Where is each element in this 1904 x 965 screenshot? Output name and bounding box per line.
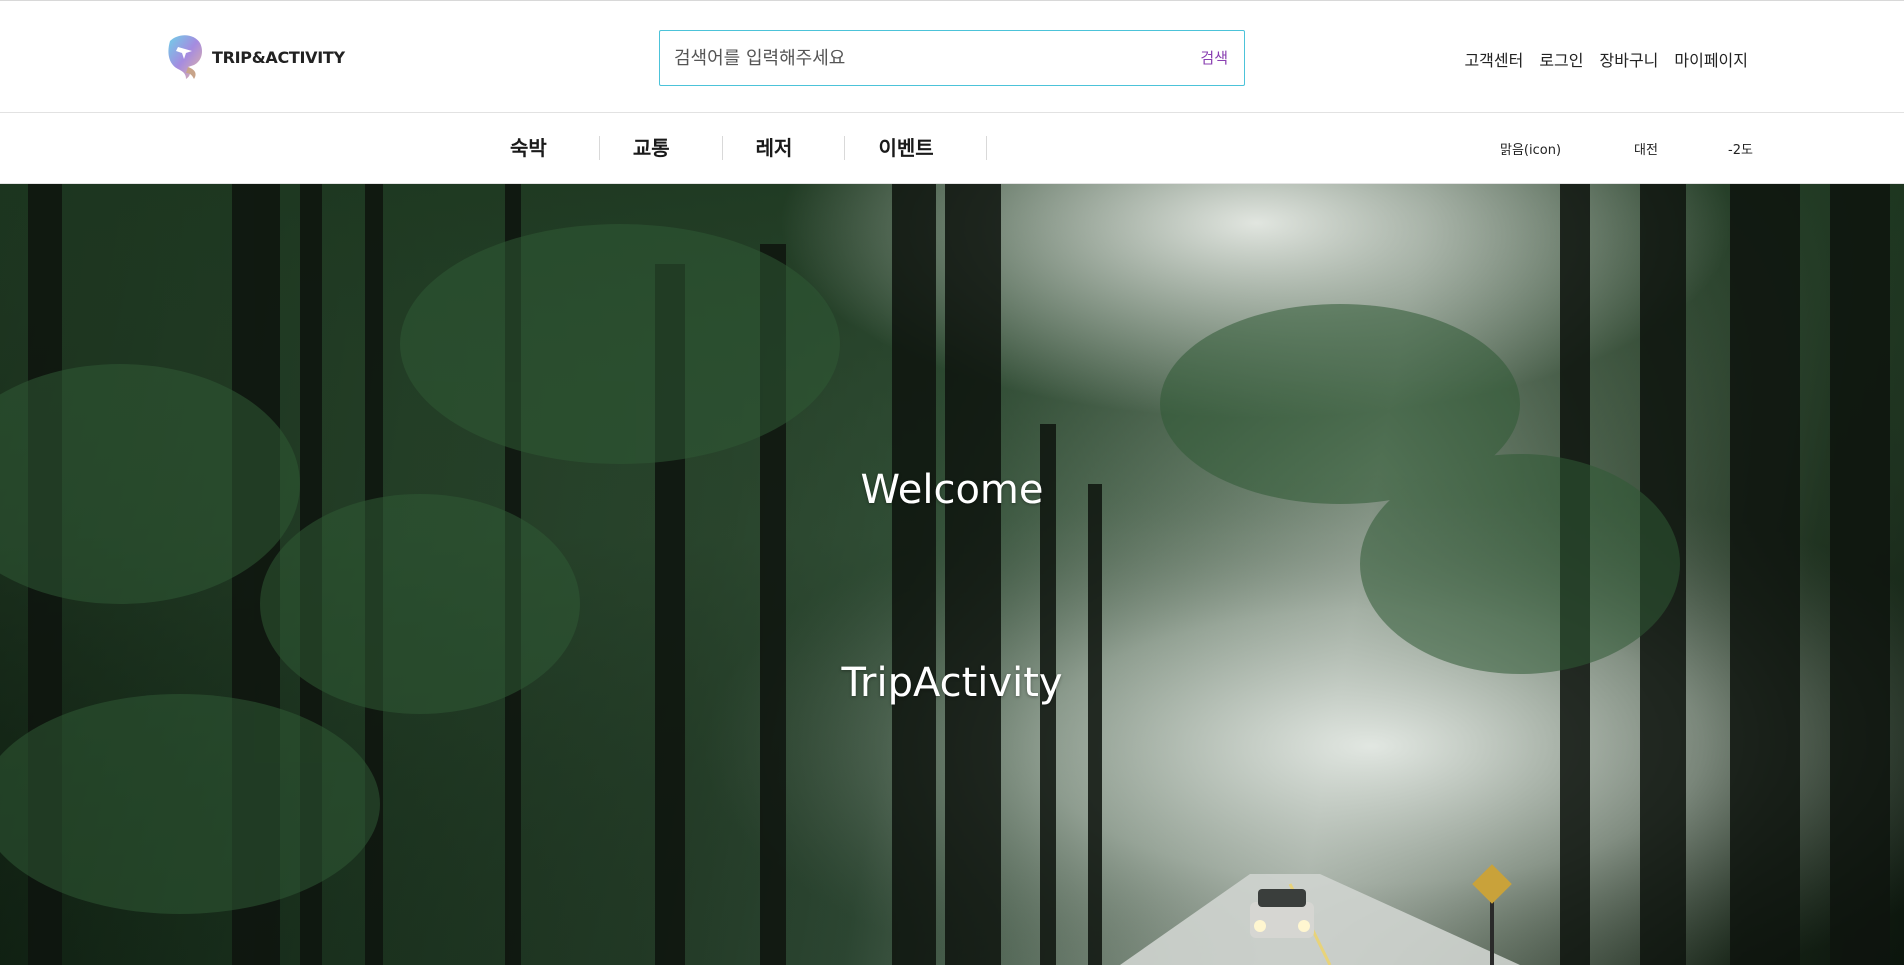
customer-center-link[interactable]: 고객센터 — [1464, 47, 1523, 71]
forest-road-background — [0, 184, 1904, 965]
category-leisure[interactable]: 레저 — [723, 136, 846, 160]
search-input[interactable] — [674, 31, 1154, 85]
weather-city: 대전 — [1634, 142, 1658, 158]
site-logo[interactable]: TRIP&ACTIVITY — [164, 33, 345, 81]
category-event[interactable]: 이벤트 — [845, 136, 987, 160]
dolphin-logo-icon — [168, 35, 202, 79]
cart-link[interactable]: 장바구니 — [1600, 47, 1659, 71]
car-illustration — [1250, 889, 1314, 938]
search-button[interactable]: 검색 — [1200, 47, 1228, 68]
category-bar: 숙박 교통 레저 이벤트 맑음(icon) 대전 -2도 — [0, 113, 1904, 184]
utility-links: 고객센터 로그인 장바구니 마이페이지 — [1464, 47, 1748, 71]
category-transport[interactable]: 교통 — [600, 136, 723, 160]
weather-widget: 맑음(icon) 대전 -2도 — [1500, 113, 1753, 183]
site-header: TRIP&ACTIVITY 검색 고객센터 로그인 장바구니 마이페이지 — [0, 0, 1904, 113]
mypage-link[interactable]: 마이페이지 — [1674, 47, 1748, 71]
login-link[interactable]: 로그인 — [1539, 47, 1583, 71]
logo-text: TRIP&ACTIVITY — [212, 47, 345, 67]
category-nav: 숙박 교통 레저 이벤트 — [477, 113, 987, 183]
hero-welcome-text: Welcome — [860, 467, 1044, 513]
hero-brand-text: TripActivity — [841, 660, 1063, 706]
weather-temperature: -2도 — [1728, 142, 1753, 158]
weather-icon-label: 맑음(icon) — [1500, 142, 1562, 158]
category-lodging[interactable]: 숙박 — [477, 136, 600, 160]
search-bar: 검색 — [659, 30, 1245, 86]
hero-banner: Welcome TripActivity — [0, 184, 1904, 965]
